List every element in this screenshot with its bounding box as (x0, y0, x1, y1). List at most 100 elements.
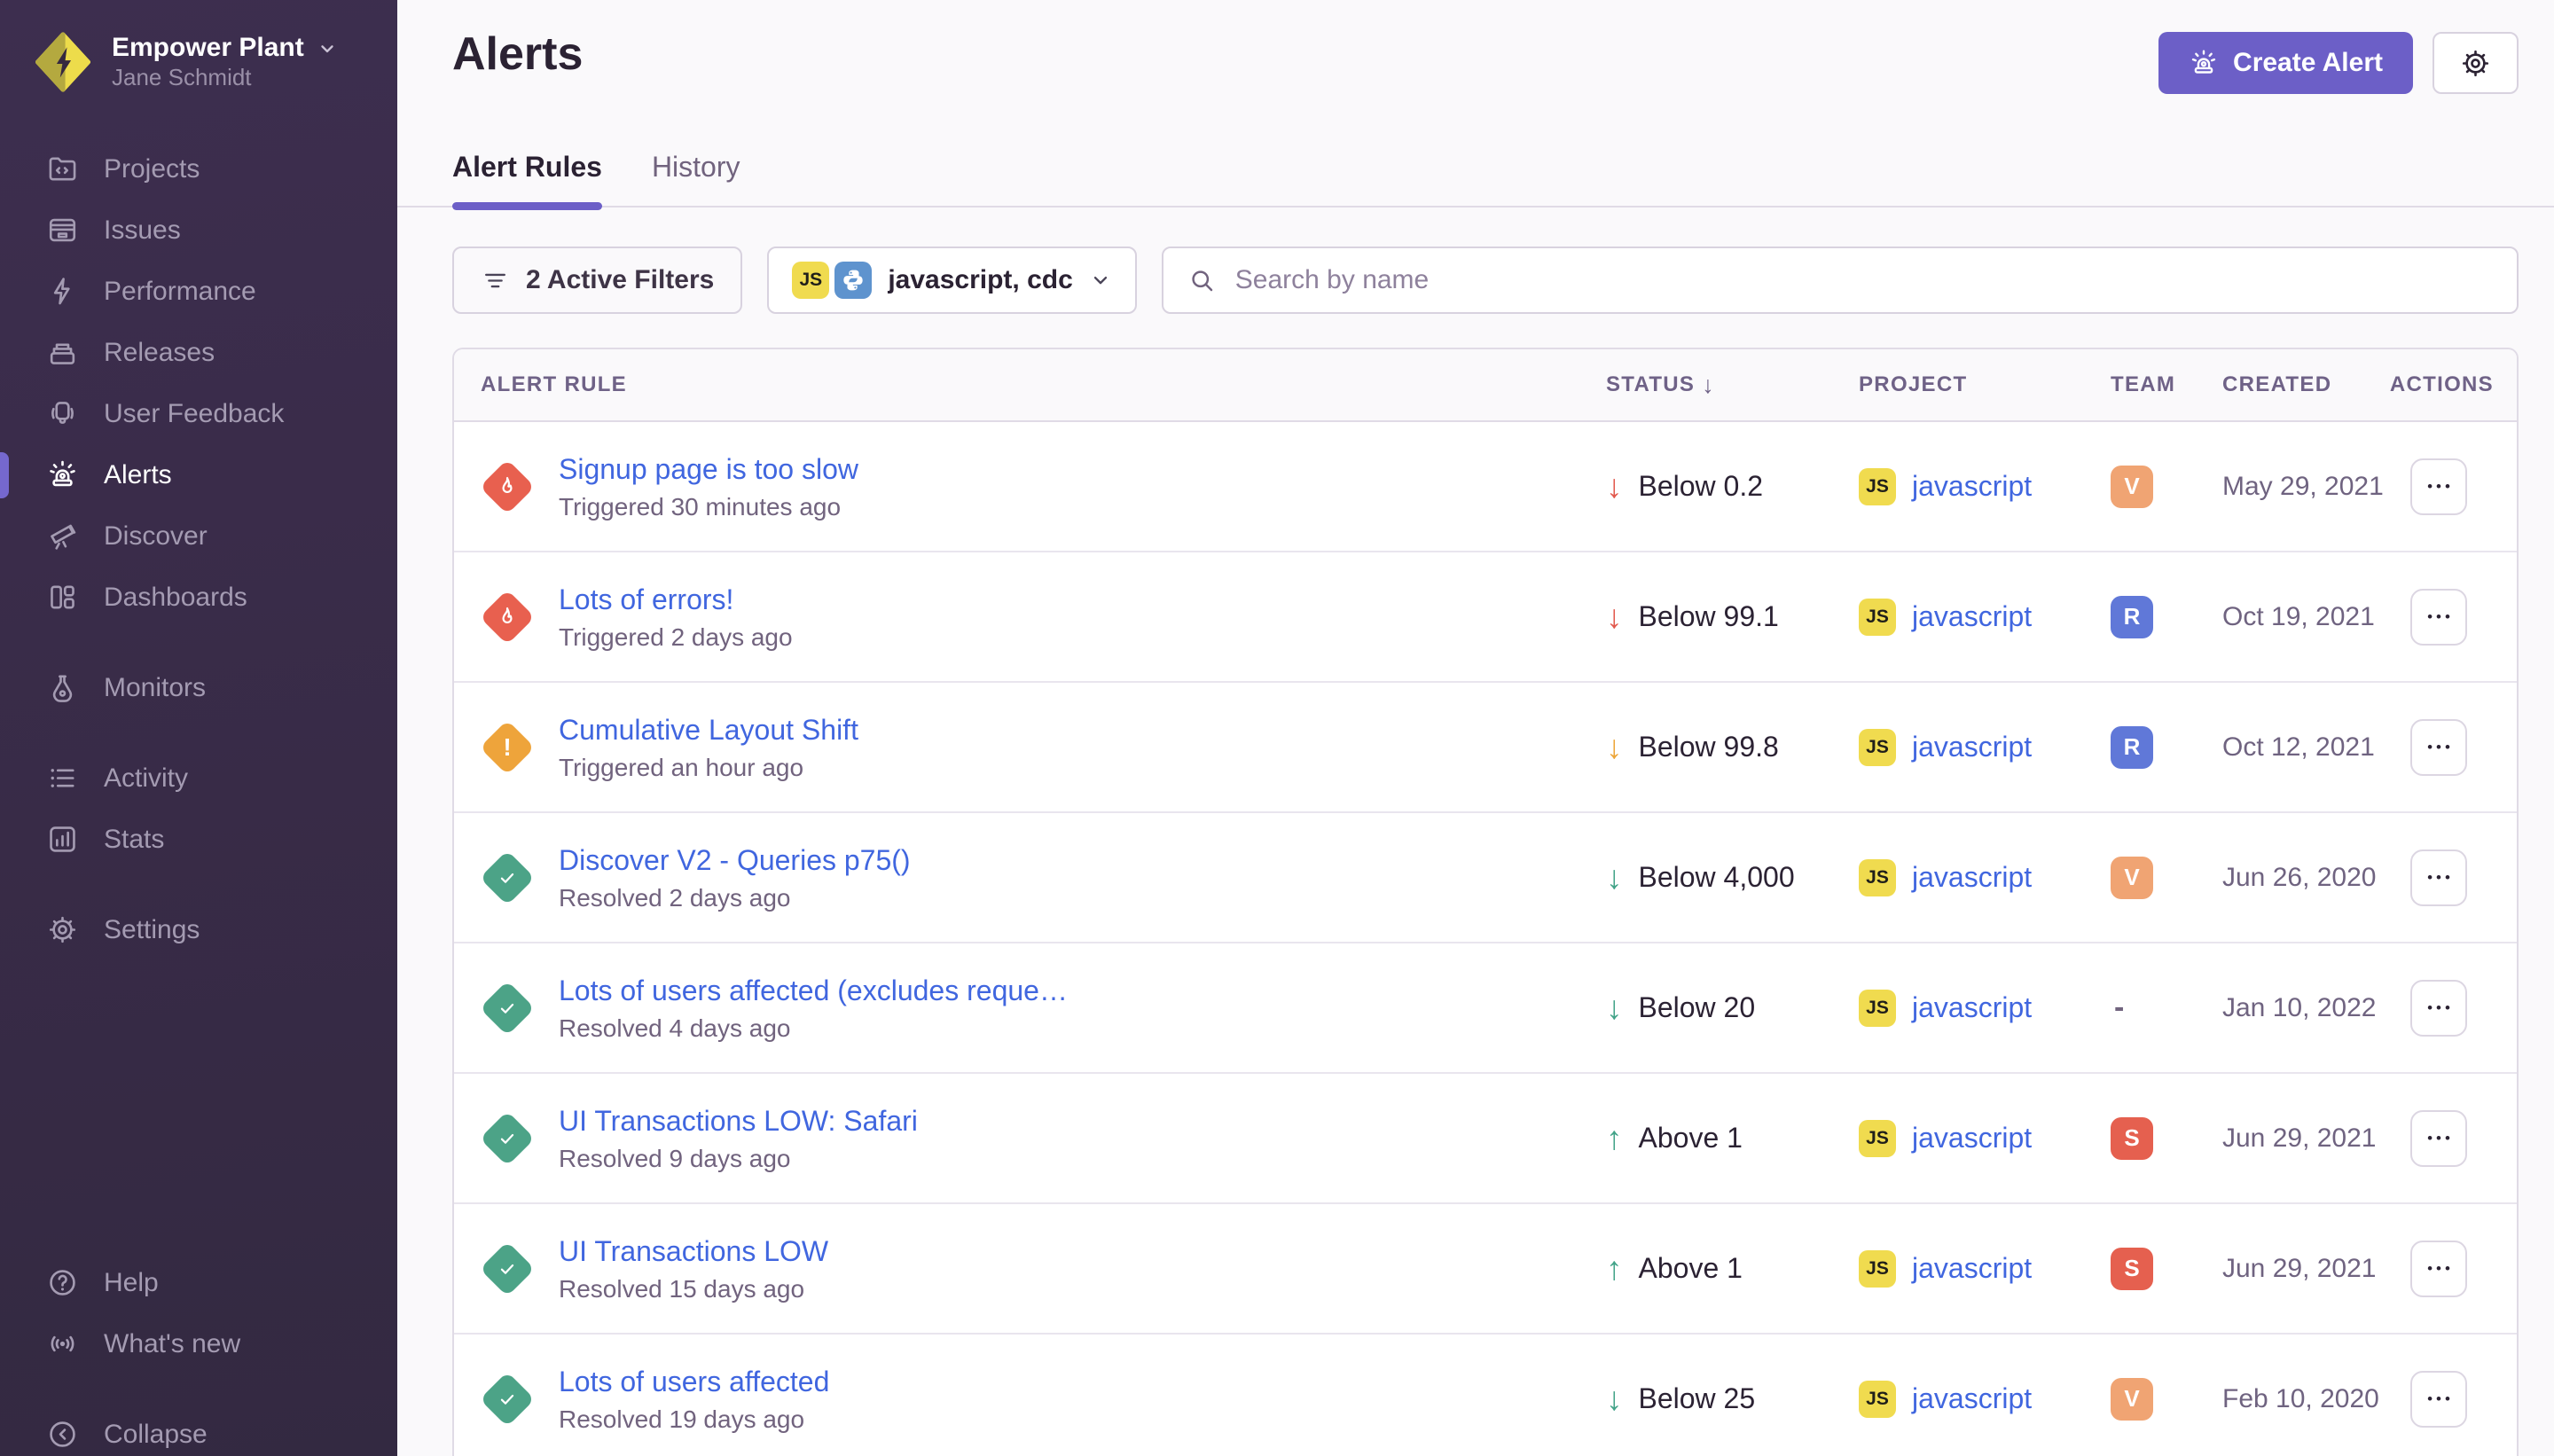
project-link[interactable]: javascript (1912, 600, 2032, 633)
cell-project: JS javascript (1825, 599, 2073, 636)
cell-alert-rule: ! UI Transactions LOW Resolved 15 days a… (454, 1233, 1581, 1303)
column-header-actions[interactable]: ACTIONS (2388, 372, 2517, 397)
javascript-platform-icon: JS (1859, 729, 1896, 766)
severity-icon: ! (480, 980, 535, 1035)
tab-history[interactable]: History (652, 149, 740, 206)
cell-status: ↓ Below 20 (1581, 991, 1825, 1024)
filter-icon (481, 266, 510, 295)
column-header-rule[interactable]: ALERT RULE (454, 372, 1581, 397)
cell-team: - (2073, 987, 2180, 1029)
alert-rule-link[interactable]: Discover V2 - Queries p75() (559, 842, 911, 878)
org-user: Jane Schmidt (112, 64, 252, 90)
sidebar-item-collapse[interactable]: Collapse (0, 1404, 397, 1456)
row-actions-button[interactable]: ••• (2410, 719, 2467, 776)
sidebar-item-stats[interactable]: Stats (0, 809, 397, 870)
status-label: Below 99.1 (1639, 600, 1779, 633)
sidebar-item-help[interactable]: Help (0, 1252, 397, 1313)
sidebar-item-issues[interactable]: Issues (0, 200, 397, 261)
cell-alert-rule: ! Lots of users affected Resolved 19 day… (454, 1364, 1581, 1434)
javascript-platform-icon: JS (1859, 990, 1896, 1027)
sidebar-item-releases[interactable]: Releases (0, 322, 397, 383)
sidebar-item-activity[interactable]: Activity (0, 748, 397, 809)
team-badge: R (2111, 596, 2153, 638)
alert-rule-link[interactable]: Lots of users affected (559, 1364, 829, 1399)
sidebar-item-label: Alerts (104, 460, 172, 490)
cell-created: Feb 10, 2020 (2180, 1384, 2388, 1414)
cell-created: Jun 26, 2020 (2180, 863, 2388, 893)
active-indicator (0, 452, 9, 498)
sidebar-item-discover[interactable]: Discover (0, 505, 397, 567)
sidebar-item-performance[interactable]: Performance (0, 261, 397, 322)
sidebar-item-label: Performance (104, 277, 256, 307)
alert-rule-link[interactable]: UI Transactions LOW (559, 1233, 828, 1269)
project-link[interactable]: javascript (1912, 1252, 2032, 1285)
status-arrow-icon: ↑ (1606, 1122, 1623, 1155)
cell-actions: ••• (2388, 458, 2517, 515)
project-link[interactable]: javascript (1912, 1382, 2032, 1415)
alert-rule-link[interactable]: Cumulative Layout Shift (559, 712, 858, 748)
list-icon (46, 762, 79, 795)
status-arrow-icon: ↓ (1606, 861, 1623, 894)
column-header-project[interactable]: PROJECT (1825, 372, 2073, 397)
row-actions-button[interactable]: ••• (2410, 589, 2467, 646)
row-actions-button[interactable]: ••• (2410, 849, 2467, 906)
cell-created: Oct 19, 2021 (2180, 602, 2388, 632)
column-header-status[interactable]: STATUS↓ (1581, 372, 1825, 399)
sidebar-item-user-feedback[interactable]: User Feedback (0, 383, 397, 444)
sidebar-item-projects[interactable]: Projects (0, 138, 397, 200)
project-link[interactable]: javascript (1912, 1122, 2032, 1155)
row-actions-button[interactable]: ••• (2410, 1241, 2467, 1297)
row-actions-button[interactable]: ••• (2410, 1371, 2467, 1428)
create-alert-button[interactable]: Create Alert (2158, 32, 2413, 94)
ellipsis-icon: ••• (2424, 479, 2454, 494)
project-selector[interactable]: JS javascript, cdc (767, 247, 1136, 314)
tab-alert-rules[interactable]: Alert Rules (452, 149, 602, 206)
team-badge: - (2111, 987, 2124, 1029)
team-badge: S (2111, 1248, 2153, 1290)
settings-button[interactable] (2433, 32, 2519, 94)
row-actions-button[interactable]: ••• (2410, 980, 2467, 1037)
cell-status: ↓ Below 4,000 (1581, 861, 1825, 894)
column-header-created[interactable]: CREATED (2180, 372, 2388, 397)
row-actions-button[interactable]: ••• (2410, 458, 2467, 515)
severity-icon: ! (480, 1241, 535, 1296)
alert-rule-link[interactable]: Lots of errors! (559, 582, 793, 617)
cell-status: ↑ Above 1 (1581, 1252, 1825, 1285)
project-link[interactable]: javascript (1912, 470, 2032, 503)
table-body: ! Signup page is too slow Triggered 30 m… (454, 422, 2517, 1456)
cell-created: Jan 10, 2022 (2180, 993, 2388, 1023)
status-label: Below 99.8 (1639, 731, 1779, 763)
alert-rule-link[interactable]: Lots of users affected (excludes reque… (559, 973, 1068, 1008)
sidebar-item-label: Discover (104, 521, 208, 552)
column-header-team[interactable]: TEAM (2073, 372, 2180, 397)
sidebar-item-dashboards[interactable]: Dashboards (0, 567, 397, 628)
tabbar: Alert Rules History (397, 149, 2554, 207)
check-icon (495, 996, 520, 1021)
row-actions-button[interactable]: ••• (2410, 1110, 2467, 1167)
cell-project: JS javascript (1825, 1120, 2073, 1157)
sidebar-item-monitors[interactable]: Monitors (0, 657, 397, 718)
help-circle-icon (46, 1266, 79, 1299)
status-arrow-icon: ↑ (1606, 1252, 1623, 1285)
project-link[interactable]: javascript (1912, 991, 2032, 1024)
project-link[interactable]: javascript (1912, 731, 2032, 763)
project-link[interactable]: javascript (1912, 861, 2032, 894)
cell-team: S (2073, 1248, 2180, 1290)
active-filters-button[interactable]: 2 Active Filters (452, 247, 742, 314)
cell-created: Jun 29, 2021 (2180, 1254, 2388, 1284)
sidebar-item-label: Projects (104, 154, 200, 184)
sidebar-item-label: What's new (104, 1329, 240, 1359)
check-icon (495, 1256, 520, 1281)
cell-alert-rule: ! Discover V2 - Queries p75() Resolved 2… (454, 842, 1581, 912)
org-switcher[interactable]: Empower Plant Jane Schmidt (0, 0, 397, 92)
alert-rule-link[interactable]: UI Transactions LOW: Safari (559, 1103, 918, 1139)
sidebar-item-alerts[interactable]: Alerts (0, 444, 397, 505)
alert-rule-subtitle: Resolved 9 days ago (559, 1145, 918, 1173)
search-input[interactable] (1234, 264, 2494, 296)
sidebar-item-what-s-new[interactable]: What's new (0, 1313, 397, 1374)
cell-team: V (2073, 857, 2180, 899)
alert-rule-subtitle: Resolved 19 days ago (559, 1405, 829, 1434)
sidebar-item-settings[interactable]: Settings (0, 899, 397, 960)
issues-icon (46, 214, 79, 247)
alert-rule-link[interactable]: Signup page is too slow (559, 451, 858, 487)
